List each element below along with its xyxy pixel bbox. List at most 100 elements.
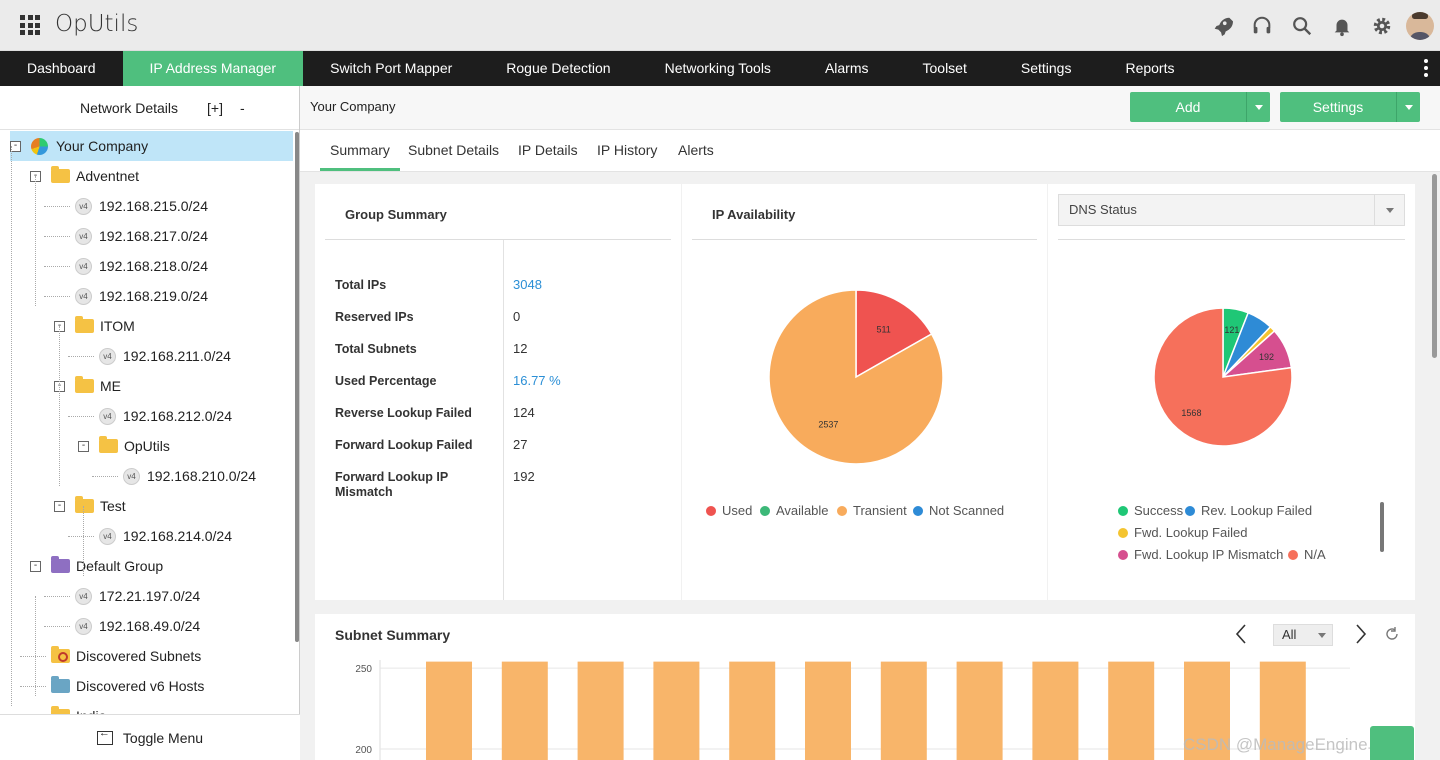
y-tick-label: 200 (355, 745, 372, 756)
tree-node[interactable]: - OpUtils (78, 431, 170, 461)
folder-icon (75, 316, 94, 333)
tab-ip-details[interactable]: IP Details (518, 142, 578, 158)
tree-node[interactable]: - Test (54, 491, 126, 521)
legend-item[interactable]: N/A (1288, 547, 1326, 562)
legend-item[interactable]: Transient (837, 503, 907, 518)
chevron-right-icon[interactable] (1350, 622, 1370, 646)
legend-item[interactable]: Available (760, 503, 829, 518)
tree-node[interactable]: v4 192.168.210.0/24 (92, 461, 256, 491)
collapse-toggle-icon[interactable]: - (30, 560, 41, 572)
rocket-icon[interactable] (1202, 0, 1242, 51)
chat-button[interactable] (1370, 726, 1414, 760)
bar[interactable] (653, 661, 700, 760)
bar[interactable] (577, 661, 624, 760)
more-menu-icon[interactable] (1424, 59, 1428, 80)
legend-dot (1118, 549, 1128, 560)
tree-node-label: ITOM (100, 318, 135, 334)
nav-item-settings[interactable]: Settings (994, 51, 1099, 86)
tree-node[interactable]: v4 192.168.219.0/24 (44, 281, 208, 311)
tree-node-label: 192.168.217.0/24 (99, 228, 208, 244)
nav-item-dashboard[interactable]: Dashboard (0, 51, 123, 86)
tree-node[interactable]: v4 192.168.211.0/24 (68, 341, 231, 371)
nav-item-ip-address-manager[interactable]: IP Address Manager (122, 51, 304, 86)
app-grid-icon[interactable] (20, 15, 40, 35)
tree-node[interactable]: - Default Group (30, 551, 163, 581)
nav-item-reports[interactable]: Reports (1098, 51, 1201, 86)
bar[interactable] (1108, 661, 1155, 760)
tab-ip-history[interactable]: IP History (597, 142, 657, 158)
expand-all-button[interactable]: [+] (207, 100, 223, 116)
legend-label: Not Scanned (929, 503, 1005, 518)
watermark: CSDN @ManageEngine卓豪 (1183, 735, 1402, 754)
nav-item-networking-tools[interactable]: Networking Tools (638, 51, 798, 86)
tree-node[interactable]: v4 192.168.49.0/24 (44, 611, 200, 641)
add-dropdown-icon[interactable] (1246, 92, 1270, 122)
tree-node[interactable]: v4 172.21.197.0/24 (44, 581, 201, 611)
collapse-toggle-icon[interactable]: - (78, 440, 89, 452)
tree-node[interactable]: India (30, 701, 106, 714)
tree-node[interactable]: - ME (54, 371, 121, 401)
legend-dot (1118, 527, 1128, 538)
tree-node[interactable]: v4 192.168.217.0/24 (44, 221, 208, 251)
tab-alerts[interactable]: Alerts (678, 142, 714, 158)
bar[interactable] (956, 661, 1003, 760)
bar[interactable] (1032, 661, 1079, 760)
tree-node[interactable]: v4 192.168.218.0/24 (44, 251, 208, 281)
tree-node[interactable]: v4 192.168.212.0/24 (68, 401, 232, 431)
legend-item[interactable]: Not Scanned (913, 503, 1004, 518)
tree-node[interactable]: Discovered v6 Hosts (20, 671, 205, 701)
summary-label: Total Subnets (335, 342, 417, 356)
legend-item[interactable]: Fwd. Lookup IP Mismatch (1118, 547, 1283, 562)
bell-icon[interactable] (1322, 0, 1362, 51)
bar[interactable] (729, 661, 776, 760)
subnet-filter-select[interactable]: All (1273, 624, 1333, 646)
legend-item[interactable]: Success (1118, 503, 1183, 518)
toggle-menu-button[interactable]: Toggle Menu (0, 714, 300, 760)
bar[interactable] (880, 661, 927, 760)
subnet-filter-value: All (1282, 627, 1297, 642)
dns-status-select[interactable]: DNS Status (1058, 194, 1405, 226)
tree-node[interactable]: - Your Company (10, 131, 293, 161)
nav-item-alarms[interactable]: Alarms (798, 51, 896, 86)
headset-icon[interactable] (1242, 0, 1282, 51)
collapse-toggle-icon[interactable]: - (54, 500, 65, 512)
bar[interactable] (501, 661, 548, 760)
summary-value[interactable]: 3048 (513, 277, 542, 292)
tree-node-label: 192.168.219.0/24 (99, 288, 208, 304)
legend-scrollbar[interactable] (1380, 502, 1384, 552)
add-button-label: Add (1175, 99, 1201, 115)
tree-node-label: 172.21.197.0/24 (99, 588, 201, 604)
tree-node-label: 192.168.211.0/24 (123, 348, 231, 364)
bar[interactable] (426, 661, 472, 760)
tree-node[interactable]: - ITOM (54, 311, 135, 341)
settings-dropdown-icon[interactable] (1396, 92, 1420, 122)
legend-item[interactable]: Rev. Lookup Failed (1185, 503, 1312, 518)
sidebar-scrollbar[interactable] (295, 132, 299, 642)
nav-item-switch-port-mapper[interactable]: Switch Port Mapper (303, 51, 479, 86)
tree-node[interactable]: - Adventnet (30, 161, 139, 191)
dns-status-select-value: DNS Status (1069, 202, 1137, 217)
legend-item[interactable]: Used (706, 503, 752, 518)
gear-icon[interactable] (1362, 0, 1402, 51)
tree-node[interactable]: v4 192.168.215.0/24 (44, 191, 208, 221)
tab-summary[interactable]: Summary (320, 142, 400, 171)
refresh-icon[interactable] (1383, 625, 1401, 643)
nav-item-rogue-detection[interactable]: Rogue Detection (479, 51, 637, 86)
avatar[interactable] (1406, 11, 1434, 40)
bar[interactable] (805, 661, 851, 760)
tree-node-label: Discovered v6 Hosts (76, 678, 205, 694)
search-icon[interactable] (1282, 0, 1322, 51)
content-scrollbar[interactable] (1432, 174, 1437, 358)
add-button[interactable]: Add (1130, 92, 1270, 122)
legend-dot (1288, 549, 1298, 560)
toggle-menu-icon (96, 727, 113, 745)
chevron-left-icon[interactable] (1232, 622, 1252, 646)
tree-node[interactable]: v4 192.168.214.0/24 (68, 521, 232, 551)
legend-item[interactable]: Fwd. Lookup Failed (1118, 525, 1247, 540)
collapse-all-button[interactable]: - (240, 100, 245, 116)
summary-value[interactable]: 16.77 % (513, 373, 561, 388)
tab-subnet-details[interactable]: Subnet Details (408, 142, 499, 158)
nav-item-toolset[interactable]: Toolset (896, 51, 994, 86)
tree-node[interactable]: Discovered Subnets (20, 641, 201, 671)
settings-button[interactable]: Settings (1280, 92, 1420, 122)
